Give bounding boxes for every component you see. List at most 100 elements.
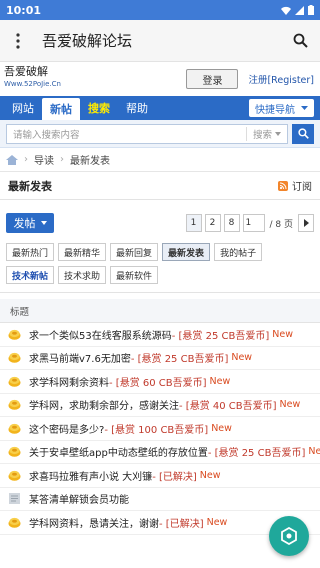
thread-row[interactable]: 关于安卓壁纸app中动态壁纸的存放位置- [悬赏 25 CB吾爱币]New bbox=[0, 441, 320, 464]
new-badge: New bbox=[279, 399, 301, 411]
page-link[interactable]: 1 bbox=[185, 214, 202, 232]
filter-tabs: 最新热门 最新精华 最新回复 最新发表 我的帖子 技术新帖 技术求助 最新软件 bbox=[0, 241, 320, 293]
new-badge: New bbox=[206, 516, 228, 528]
thread-title[interactable]: 求喜玛拉雅有声小说 大刈镰 bbox=[29, 468, 152, 483]
new-post-label: 发帖 bbox=[13, 217, 36, 230]
app-title: 吾爱破解论坛 bbox=[42, 32, 133, 50]
new-badge: New bbox=[308, 446, 320, 458]
new-badge: New bbox=[209, 375, 231, 387]
thread-title[interactable]: 学科网资料，恳请关注，谢谢 bbox=[29, 515, 159, 530]
wifi-icon bbox=[281, 6, 291, 15]
toolbar: 发帖 1 2 8 1 / 8 页 bbox=[0, 205, 320, 241]
reward-icon bbox=[8, 328, 21, 341]
reward-icon bbox=[8, 375, 21, 388]
thread-title[interactable]: 求黑马前端v7.6无加密 bbox=[29, 350, 131, 365]
search-button[interactable] bbox=[280, 33, 320, 48]
rss-icon bbox=[278, 180, 288, 191]
floating-action-button[interactable] bbox=[269, 516, 309, 556]
search-input[interactable]: 请输入搜索内容 搜索 bbox=[6, 123, 288, 144]
filter-latest-reply[interactable]: 最新回复 bbox=[110, 243, 159, 261]
register-link[interactable]: 注册[Register] bbox=[248, 72, 314, 86]
filter-digest[interactable]: 最新精华 bbox=[58, 243, 107, 261]
thread-title[interactable]: 学科网，求助剩余部分，感谢关注 bbox=[29, 397, 179, 412]
thread-reward: - [悬赏 25 CB吾爱币] bbox=[171, 330, 270, 342]
caret-down-icon bbox=[301, 106, 308, 110]
chevron-right-icon bbox=[303, 219, 309, 227]
breadcrumb-item[interactable]: 最新发表 bbox=[70, 152, 110, 167]
reward-icon bbox=[8, 422, 21, 435]
thread-title[interactable]: 某答清单解锁会员功能 bbox=[29, 491, 129, 506]
status-bar: 10:01 bbox=[0, 0, 320, 20]
thread-reward: - [悬赏 25 CB吾爱币] bbox=[130, 354, 229, 366]
thread-title[interactable]: 求学科网剩余资料 bbox=[29, 374, 109, 389]
login-button[interactable]: 登录 bbox=[186, 69, 239, 89]
search-submit-button[interactable] bbox=[292, 123, 314, 144]
filter-latest-post[interactable]: 最新发表 bbox=[162, 243, 211, 261]
reward-icon bbox=[8, 516, 21, 529]
filter-hot[interactable]: 最新热门 bbox=[6, 243, 55, 261]
new-badge: New bbox=[211, 422, 232, 434]
site-logo[interactable]: 吾爱破解 Www.52PoJie.Cn bbox=[4, 66, 61, 92]
reward-icon bbox=[8, 469, 21, 482]
nav-item-help[interactable]: 帮助 bbox=[118, 96, 156, 120]
nav-bar: 网站 新帖 搜索 帮助 快捷导航 bbox=[0, 96, 320, 120]
more-vert-icon bbox=[16, 32, 20, 49]
thread-row[interactable]: 求喜玛拉雅有声小说 大刈镰 - [已解决] New bbox=[0, 464, 320, 488]
rss-subscribe[interactable]: 订阅 bbox=[278, 178, 312, 193]
thread-row[interactable]: 学科网，求助剩余部分，感谢关注 - [悬赏 40 CB吾爱币] New bbox=[0, 394, 320, 417]
page-input[interactable]: 1 bbox=[242, 214, 265, 232]
filter-tech-new[interactable]: 技术新帖 bbox=[6, 266, 55, 284]
page-total: / 8 页 bbox=[269, 219, 293, 230]
site-header: 吾爱破解 Www.52PoJie.Cn 登录 注册[Register] bbox=[0, 62, 320, 96]
breadcrumb-item[interactable]: 导读 bbox=[34, 152, 54, 167]
chevron-right-icon: › bbox=[60, 154, 64, 165]
thread-row[interactable]: 这个密码是多少? - [悬赏 100 CB吾爱币] New bbox=[0, 417, 320, 441]
section-title: 最新发表 bbox=[8, 179, 52, 193]
rss-label: 订阅 bbox=[292, 182, 312, 193]
page-link[interactable]: 8 bbox=[223, 214, 240, 232]
reward-icon bbox=[8, 445, 21, 458]
new-badge: New bbox=[272, 328, 293, 340]
nav-item-new-posts[interactable]: 新帖 bbox=[42, 98, 80, 120]
thread-row[interactable]: 求黑马前端v7.6无加密 - [悬赏 25 CB吾爱币] New bbox=[0, 347, 320, 370]
next-page-button[interactable] bbox=[298, 214, 314, 232]
home-icon[interactable] bbox=[6, 154, 18, 165]
battery-icon bbox=[308, 5, 314, 15]
filter-latest-software[interactable]: 最新软件 bbox=[110, 266, 159, 284]
filter-my-posts[interactable]: 我的帖子 bbox=[214, 243, 263, 261]
search-icon bbox=[297, 128, 309, 139]
thread-row[interactable]: 某答清单解锁会员功能 bbox=[0, 488, 320, 511]
thread-reward: - [悬赏 60 CB吾爱币] bbox=[109, 377, 207, 389]
thread-reward: - [悬赏 40 CB吾爱币] bbox=[179, 401, 277, 413]
quick-nav-label: 快捷导航 bbox=[255, 104, 295, 116]
thread-title[interactable]: 求一个类似53在线客服系统源码 bbox=[29, 327, 172, 342]
thread-row[interactable]: 求一个类似53在线客服系统源码 - [悬赏 25 CB吾爱币] New bbox=[0, 323, 320, 347]
section-title-row: 最新发表 订阅 bbox=[0, 172, 320, 200]
filter-tech-help[interactable]: 技术求助 bbox=[58, 266, 107, 284]
nav-item-website[interactable]: 网站 bbox=[4, 96, 42, 120]
new-badge: New bbox=[199, 469, 221, 481]
thread-reward: - [悬赏 100 CB吾爱币] bbox=[104, 424, 209, 436]
menu-button[interactable] bbox=[0, 32, 36, 49]
reward-icon bbox=[8, 398, 21, 411]
nav-item-search[interactable]: 搜索 bbox=[80, 96, 118, 120]
pagination: 1 2 8 1 / 8 页 bbox=[185, 214, 314, 232]
search-placeholder: 请输入搜索内容 bbox=[13, 129, 80, 141]
new-post-button[interactable]: 发帖 bbox=[6, 213, 54, 233]
document-icon bbox=[8, 492, 21, 505]
thread-title[interactable]: 关于安卓壁纸app中动态壁纸的存放位置 bbox=[29, 444, 208, 459]
list-header: 标题 bbox=[0, 299, 320, 323]
quick-nav-button[interactable]: 快捷导航 bbox=[249, 99, 314, 117]
status-icons bbox=[281, 5, 314, 15]
caret-down-icon bbox=[40, 221, 47, 225]
reward-icon bbox=[8, 351, 21, 364]
hexagon-icon bbox=[281, 527, 297, 545]
thread-row[interactable]: 求学科网剩余资料 - [悬赏 60 CB吾爱币] New bbox=[0, 370, 320, 394]
thread-reward: - [悬赏 25 CB吾爱币] bbox=[207, 448, 306, 460]
app-bar: 吾爱破解论坛 bbox=[0, 20, 320, 62]
page-link[interactable]: 2 bbox=[204, 214, 221, 232]
search-type-select[interactable]: 搜索 bbox=[245, 126, 287, 141]
chevron-right-icon: › bbox=[24, 154, 28, 165]
thread-title[interactable]: 这个密码是多少? bbox=[29, 421, 104, 436]
new-badge: New bbox=[231, 352, 253, 364]
